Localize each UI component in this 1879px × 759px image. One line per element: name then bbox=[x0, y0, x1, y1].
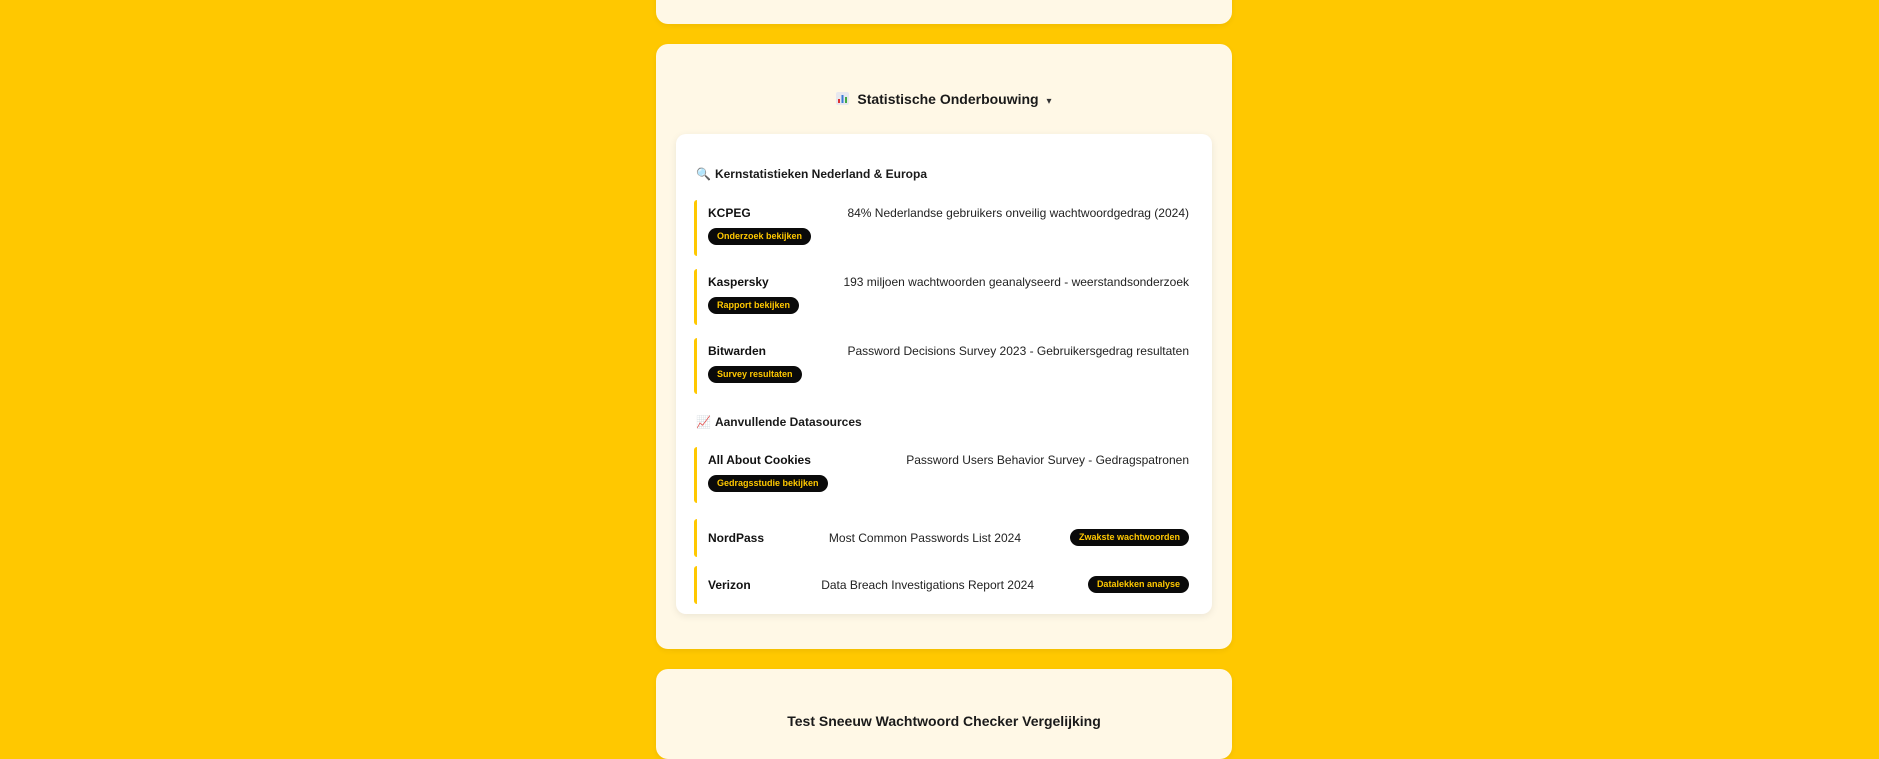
source-name: Kaspersky bbox=[708, 275, 769, 289]
source-name: Verizon bbox=[708, 578, 751, 592]
source-name: NordPass bbox=[708, 531, 765, 545]
bar-chart-icon bbox=[836, 91, 850, 107]
source-description: 193 miljoen wachtwoorden geanalyseerd - … bbox=[843, 275, 1189, 289]
source-entry-verizon: Verizon Data Breach Investigations Repor… bbox=[694, 566, 1189, 604]
source-description: Data Breach Investigations Report 2024 bbox=[821, 578, 1034, 592]
sources-panel: 🔍 Kernstatistieken Nederland & Europa KCP… bbox=[676, 134, 1212, 614]
magnifier-icon: 🔍 bbox=[696, 167, 711, 181]
source-entry-allaboutcookies: All About Cookies Password Users Behavio… bbox=[694, 447, 1189, 503]
next-section-card: Test Sneeuw Wachtwoord Checker Vergelijk… bbox=[656, 669, 1232, 759]
zwakste-wachtwoorden-button[interactable]: Zwakste wachtwoorden bbox=[1069, 529, 1189, 546]
source-name: Bitwarden bbox=[708, 344, 767, 358]
source-name: KCPEG bbox=[708, 206, 751, 220]
datalekken-analyse-button[interactable]: Datalekken analyse bbox=[1087, 576, 1189, 593]
source-entry-nordpass: NordPass Most Common Passwords List 2024… bbox=[694, 519, 1189, 557]
source-entry-kcpeg: KCPEG 84% Nederlandse gebruikers onveili… bbox=[694, 200, 1189, 256]
source-description: Password Decisions Survey 2023 - Gebruik… bbox=[847, 344, 1189, 358]
next-section-title[interactable]: Test Sneeuw Wachtwoord Checker Vergelijk… bbox=[656, 713, 1232, 729]
rapport-bekijken-button[interactable]: Rapport bekijken bbox=[708, 297, 800, 314]
onderzoek-bekijken-button[interactable]: Onderzoek bekijken bbox=[708, 228, 812, 245]
group-heading-label: Aanvullende Datasources bbox=[714, 415, 862, 429]
previous-section-card bbox=[656, 0, 1232, 24]
group-heading-kernstatistieken: 🔍 Kernstatistieken Nederland & Europa bbox=[696, 167, 927, 181]
source-description: 84% Nederlandse gebruikers onveilig wach… bbox=[847, 206, 1189, 220]
source-description: Most Common Passwords List 2024 bbox=[828, 531, 1021, 545]
source-name: All About Cookies bbox=[708, 453, 811, 467]
source-entry-kaspersky: Kaspersky 193 miljoen wachtwoorden geana… bbox=[694, 269, 1189, 325]
source-description: Password Users Behavior Survey - Gedrags… bbox=[906, 453, 1189, 467]
survey-resultaten-button[interactable]: Survey resultaten bbox=[708, 366, 802, 383]
section-toggle[interactable]: Statistische Onderbouwing ▾ bbox=[656, 91, 1232, 107]
statistics-section-card: Statistische Onderbouwing ▾ 🔍 Kernstatist… bbox=[656, 44, 1232, 649]
section-title: Statistische Onderbouwing bbox=[857, 91, 1039, 107]
group-heading-datasources: 📈 Aanvullende Datasources bbox=[696, 415, 862, 429]
chevron-down-icon: ▾ bbox=[1046, 96, 1052, 107]
group-heading-label: Kernstatistieken Nederland & Europa bbox=[714, 167, 928, 181]
trend-chart-icon: 📈 bbox=[696, 415, 711, 429]
source-entry-bitwarden: Bitwarden Password Decisions Survey 2023… bbox=[694, 338, 1189, 394]
gedragsstudie-bekijken-button[interactable]: Gedragsstudie bekijken bbox=[708, 475, 828, 492]
